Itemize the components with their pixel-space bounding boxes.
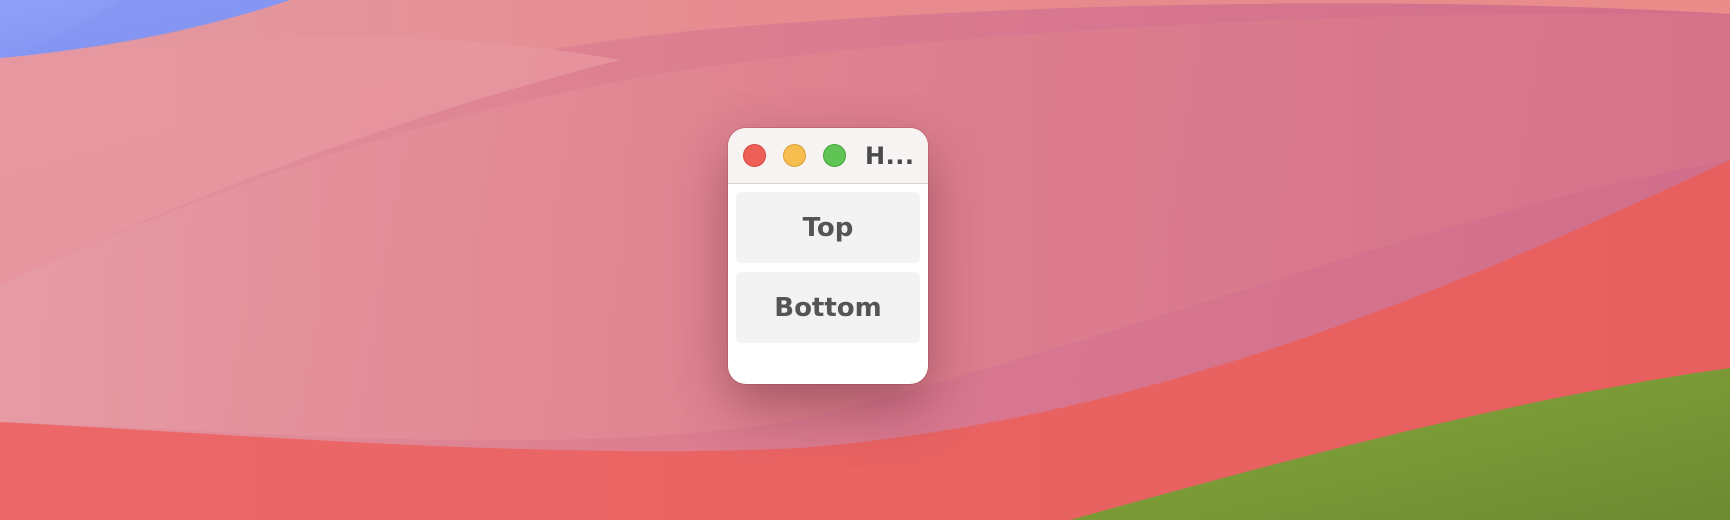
bottom-button[interactable]: Bottom xyxy=(736,272,920,343)
window-title: H... xyxy=(865,142,915,170)
close-window-button[interactable] xyxy=(743,144,766,167)
desktop-wallpaper: H... Top Bottom xyxy=(0,0,1730,520)
app-window: H... Top Bottom xyxy=(728,128,928,384)
zoom-window-button[interactable] xyxy=(823,144,846,167)
top-button[interactable]: Top xyxy=(736,192,920,263)
window-titlebar[interactable]: H... xyxy=(728,128,928,184)
window-content: Top Bottom xyxy=(728,184,928,360)
minimize-window-button[interactable] xyxy=(783,144,806,167)
